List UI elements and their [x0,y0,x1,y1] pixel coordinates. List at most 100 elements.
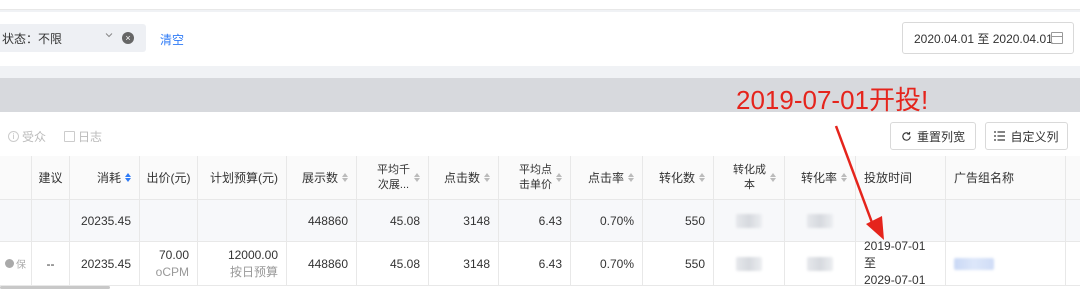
sort-icon[interactable] [484,173,490,182]
row-cell-cpa [714,242,785,285]
header-cell-ctr[interactable]: 点击率 [571,156,643,199]
row-bid: 70.00 [158,247,189,262]
row-cpm: 45.08 [389,256,420,271]
header-cpm: 平均千 次展... [377,163,410,193]
header-suggest: 建议 [38,171,63,185]
header-cell-impressions[interactable]: 展示数 [287,156,357,199]
log-label: 日志 [78,130,103,144]
header-clicks: 点击数 [443,171,480,185]
status-filter-select[interactable]: 状态：不限 × [0,24,146,52]
table-row[interactable]: 保 -- 20235.45 70.00 oCPM 12000.00 按日预算 448… [0,239,1080,287]
date-range-picker[interactable]: 2020.04.01 至 2020.04.01 [902,22,1074,54]
summary-cell-cpc: 6.43 [499,200,571,241]
header-cell-clicks[interactable]: 点击数 [429,156,499,199]
header-cost: 消耗 [96,171,121,185]
row-cell-cpc: 6.43 [499,242,571,285]
blurred-value [807,256,833,271]
row-cell-suggest: -- [32,242,70,285]
header-adgroup: 广告组名称 [954,171,1015,185]
row-cell-cost: 20235.45 [70,242,140,285]
custom-columns-button[interactable]: 自定义列 [985,122,1068,150]
header-cell-schedule: 投放时间 [856,156,946,199]
header-cell-adgroup: 广告组名称 [946,156,1066,199]
row-budget: 12000.00 [227,247,278,262]
header-cell-cost[interactable]: 消耗 [70,156,140,199]
summary-cell-cpm: 45.08 [357,200,429,241]
header-conversions: 转化数 [658,171,695,185]
audience-button[interactable]: i 受众 [8,128,46,145]
summary-row: 20235.45 448860 45.08 3148 6.43 0.70% 55… [0,200,1080,242]
summary-cell-cost: 20235.45 [70,200,140,241]
row-cell-schedule: 2019-07-01 至 2029-07-01 [856,239,946,287]
sort-icon[interactable] [841,173,847,182]
clear-filters-link[interactable]: 清空 [160,31,184,48]
list-icon [994,131,1006,141]
status-filter-label: 状态：不限 [2,31,63,46]
row-cell-ctr: 0.70% [571,242,643,285]
log-icon [64,131,75,142]
row-cell-cpm: 45.08 [357,242,429,285]
summary-cpc: 6.43 [538,213,562,228]
header-ctr: 点击率 [587,171,624,185]
row-cell-impressions: 448860 [287,242,357,285]
blurred-value [736,213,762,228]
row-cell-adgroup[interactable] [946,242,1066,285]
header-schedule: 投放时间 [864,171,913,185]
summary-cell-bid [140,200,198,241]
data-table: 建议 消耗 出价(元) 计划预算(元) 展示数 平均千 次展... 点击数 平均点… [0,156,1080,289]
row-schedule-end: 2029-07-01 [864,273,926,287]
refresh-icon [902,131,911,141]
header-impressions: 展示数 [301,171,338,185]
guarantee-badge: 保 [5,256,26,271]
row-cost: 20235.45 [80,256,131,271]
header-cell-cvr[interactable]: 转化率 [785,156,856,199]
reset-column-width-button[interactable]: 重置列宽 [890,122,976,150]
summary-impressions: 448860 [307,213,348,228]
sort-icon[interactable] [556,173,562,182]
log-button[interactable]: 日志 [64,128,102,145]
summary-cpm: 45.08 [389,213,420,228]
blurred-adgroup-name[interactable] [954,257,994,270]
summary-cell-impressions: 448860 [287,200,357,241]
row-cell-conversions: 550 [643,242,714,285]
row-bid-type: oCPM [155,264,189,279]
sort-icon[interactable] [125,173,131,182]
sort-icon[interactable] [414,173,420,182]
header-cell-cpa[interactable]: 转化成本 [714,156,785,199]
row-clicks: 3148 [463,256,490,271]
header-cell-cpm[interactable]: 平均千 次展... [357,156,429,199]
row-schedule-start: 2019-07-01 至 [864,239,926,270]
table-header-row: 建议 消耗 出价(元) 计划预算(元) 展示数 平均千 次展... 点击数 平均点… [0,156,1080,200]
summary-conversions: 550 [684,213,705,228]
summary-cell-clicks: 3148 [429,200,499,241]
summary-cell-schedule [856,200,946,241]
sort-icon[interactable] [699,173,705,182]
header-budget: 计划预算(元) [210,171,278,185]
summary-cell-conversions: 550 [643,200,714,241]
clear-filter-icon[interactable]: × [122,32,134,44]
row-cpc: 6.43 [538,256,562,271]
sort-icon[interactable] [770,173,776,182]
header-cell-cpc[interactable]: 平均点 击单价 [499,156,571,199]
row-cell-clicks: 3148 [429,242,499,285]
header-cell-bid: 出价(元) [140,156,198,199]
header-cpc-line2: 击单价 [519,178,552,191]
summary-cost: 20235.45 [80,213,131,228]
sort-icon[interactable] [628,173,634,182]
header-cpa-line2: 本 [744,178,755,191]
summary-clicks: 3148 [463,213,490,228]
row-conversions: 550 [684,256,705,271]
header-cell-conversions[interactable]: 转化数 [643,156,714,199]
row-cell-bid: 70.00 oCPM [140,242,198,285]
annotation-text: 2019-07-01开投! [736,85,929,115]
summary-cell-suggest [32,200,70,241]
chevron-down-icon [105,33,113,38]
summary-ctr: 0.70% [599,213,634,228]
row-suggest: -- [46,256,55,271]
summary-cell-ctr: 0.70% [571,200,643,241]
header-cell-suggest: 建议 [32,156,70,199]
sort-icon[interactable] [342,173,348,182]
header-cpa: 转化成本 [733,163,766,193]
summary-cell-status [0,200,32,241]
summary-cell-cvr [785,200,856,241]
